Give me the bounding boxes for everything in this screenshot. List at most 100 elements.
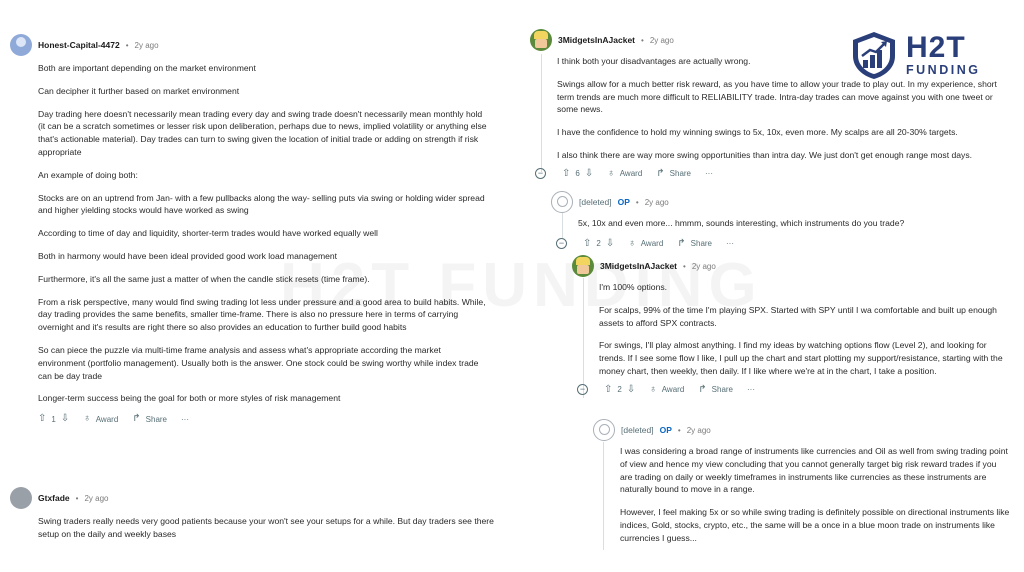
award-button[interactable]: ♁ Award	[607, 167, 643, 179]
comment-paragraph: According to time of day and liquidity, …	[38, 228, 378, 239]
comment-paragraph: I was considering a broad range of instr…	[620, 446, 1008, 495]
comment-paragraph: Furthermore, it's all the same just a ma…	[38, 273, 370, 284]
share-icon: ↱	[132, 413, 141, 425]
comment-deleted-op-1: [deleted] OP • 2y ago 5x, 10x and even m…	[551, 191, 1011, 252]
more-options-button[interactable]: ···	[705, 169, 713, 178]
avatar[interactable]	[10, 34, 32, 56]
award-label: Award	[619, 169, 643, 179]
upvote-icon[interactable]: ⇧	[583, 238, 591, 249]
comment-paragraph: However, I feel making 5x or so while sw…	[620, 507, 1010, 543]
share-label: Share	[690, 239, 713, 249]
comment-paragraph: I also think there are way more swing op…	[557, 149, 973, 160]
comment-paragraph: Both in harmony would have been ideal pr…	[38, 250, 338, 261]
downvote-icon[interactable]: ⇩	[61, 414, 69, 424]
comment-header: [deleted] OP • 2y ago	[551, 191, 1011, 213]
author-name[interactable]: 3MidgetsInAJacket	[600, 261, 677, 271]
share-icon: ↱	[698, 383, 707, 395]
more-options-button[interactable]: ···	[726, 239, 734, 248]
comment-paragraph: 5x, 10x and even more... hmmm, sounds in…	[578, 218, 905, 228]
collapse-thread-icon[interactable]: −	[535, 168, 546, 180]
comment-paragraph: Swing traders really needs very good pat…	[38, 516, 494, 539]
share-label: Share	[669, 169, 692, 179]
comment-paragraph: Swings allow for a much better risk rewa…	[557, 78, 997, 115]
comment-paragraph: I think both your disadvantages are actu…	[557, 56, 751, 66]
separator-dot: •	[677, 425, 681, 435]
author-name[interactable]: Honest-Capital-4472	[38, 40, 120, 50]
award-icon: ♁	[649, 383, 657, 395]
comment-paragraph: I'm 100% options.	[599, 282, 668, 292]
award-button[interactable]: ♁ Award	[649, 383, 685, 395]
upvote-icon[interactable]: ⇧	[604, 384, 612, 395]
share-icon: ↱	[677, 237, 686, 249]
vote-count: 2	[596, 239, 601, 249]
downvote-icon[interactable]: ⇩	[606, 238, 614, 249]
comment-header: 3MidgetsInAJacket • 2y ago	[572, 255, 1012, 277]
avatar[interactable]	[530, 29, 552, 51]
comment-age: 2y ago	[134, 40, 159, 50]
award-label: Award	[661, 385, 685, 395]
vote-count: 2	[617, 385, 622, 395]
comment-3midgets-reply: 3MidgetsInAJacket • 2y ago I'm 100% opti…	[572, 255, 1012, 398]
comment-age: 2y ago	[84, 493, 109, 503]
comment-paragraph: I have the confidence to hold my winning…	[557, 127, 958, 138]
vote-count: 1	[51, 414, 56, 424]
avatar	[593, 419, 615, 441]
more-options-button[interactable]: ···	[181, 415, 189, 424]
op-badge: OP	[659, 425, 672, 435]
avatar	[551, 191, 573, 213]
comment-header: [deleted] OP • 2y ago	[593, 419, 1013, 441]
award-label: Award	[640, 239, 664, 249]
separator-dot: •	[635, 197, 639, 207]
award-button[interactable]: ♁ Award	[628, 237, 664, 249]
comment-body: I think both your disadvantages are actu…	[557, 55, 1007, 162]
comment-age: 2y ago	[686, 425, 711, 435]
award-icon: ♁	[607, 167, 615, 179]
comment-header: Honest-Capital-4472 • 2y ago	[10, 34, 490, 56]
collapse-thread-icon[interactable]: −	[577, 384, 588, 396]
separator-dot: •	[125, 40, 129, 50]
comment-honest-capital: Honest-Capital-4472 • 2y ago Both are im…	[10, 34, 490, 427]
comment-body: 5x, 10x and even more... hmmm, sounds in…	[578, 217, 1011, 230]
comment-gtxfade: Gtxfade • 2y ago Swing traders really ne…	[10, 487, 500, 551]
share-button[interactable]: ↱ Share	[656, 167, 692, 179]
share-label: Share	[711, 385, 734, 395]
comment-age: 2y ago	[649, 35, 674, 45]
award-button[interactable]: ♁ Award	[83, 414, 118, 424]
award-label: Award	[95, 414, 119, 424]
collapse-thread-icon[interactable]: −	[556, 238, 567, 250]
more-options-button[interactable]: ···	[747, 385, 755, 394]
award-icon: ♁	[83, 413, 91, 425]
comment-paragraph: For scalps, 99% of the time I'm playing …	[599, 304, 997, 328]
comment-paragraph: Stocks are on an uptrend from Jan- with …	[38, 192, 485, 216]
comment-age: 2y ago	[691, 261, 716, 271]
comment-body: Swing traders really needs very good pat…	[38, 515, 500, 541]
comment-header: Gtxfade • 2y ago	[10, 487, 500, 509]
downvote-icon[interactable]: ⇩	[585, 168, 593, 179]
comment-3midgets: 3MidgetsInAJacket • 2y ago I think both …	[530, 29, 1010, 182]
comment-paragraph: Can decipher it further based on market …	[38, 85, 240, 96]
share-icon: ↱	[656, 167, 665, 179]
separator-dot: •	[641, 35, 644, 45]
share-button[interactable]: ↱ Share	[698, 383, 734, 395]
comment-deleted-op-2: [deleted] OP • 2y ago I was considering …	[593, 419, 1013, 555]
upvote-icon[interactable]: ⇧	[562, 168, 570, 179]
avatar[interactable]	[10, 487, 32, 509]
separator-dot: •	[683, 261, 686, 271]
share-button[interactable]: ↱ Share	[677, 237, 713, 249]
upvote-icon[interactable]: ⇧	[38, 414, 46, 424]
comment-body: Both are important depending on the mark…	[38, 62, 490, 427]
award-icon: ♁	[628, 237, 636, 249]
share-label: Share	[145, 414, 168, 424]
op-badge: OP	[617, 197, 630, 207]
downvote-icon[interactable]: ⇩	[627, 384, 635, 395]
comment-paragraph: For swings, I'll play almost anything. I…	[599, 340, 1003, 376]
share-button[interactable]: ↱ Share	[132, 414, 167, 424]
comment-body: I was considering a broad range of instr…	[620, 445, 1010, 545]
avatar[interactable]	[572, 255, 594, 277]
author-name[interactable]: 3MidgetsInAJacket	[558, 35, 635, 45]
author-name: [deleted]	[579, 197, 612, 207]
author-name[interactable]: Gtxfade	[38, 493, 70, 503]
vote-count: 6	[575, 169, 580, 179]
comment-paragraph: An example of doing both:	[38, 169, 138, 180]
comment-paragraph: Longer-term success being the goal for b…	[38, 393, 341, 404]
